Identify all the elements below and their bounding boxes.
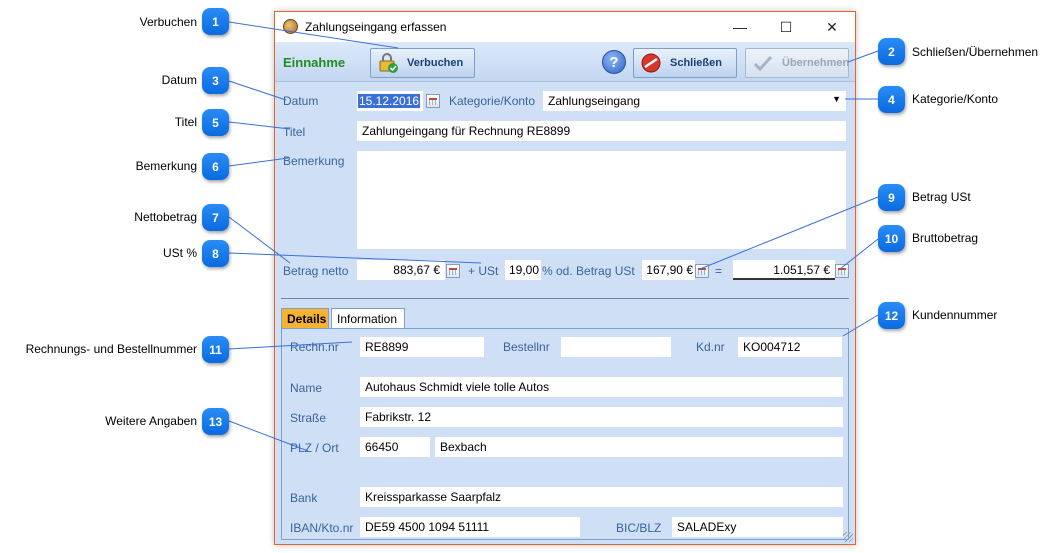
callout-badge-9: 9 (878, 184, 905, 211)
plz-ort-label: PLZ / Ort (290, 441, 339, 455)
schliessen-button[interactable]: Schließen (633, 48, 737, 78)
callout-label-rechnung-bestell: Rechnungs- und Bestellnummer (25, 342, 197, 356)
ust-betrag-field[interactable]: 167,90 € (642, 260, 695, 280)
callout-label-brutto: Bruttobetrag (912, 231, 979, 245)
brutto-field[interactable]: 1.051,57 € (733, 260, 835, 280)
ust-plus-label: + USt (468, 264, 499, 278)
chevron-down-icon: ▼ (832, 94, 841, 104)
plz-field[interactable]: 66450 (360, 437, 430, 457)
calculator-icon[interactable] (446, 264, 460, 278)
toolbar: Einnahme Verbuchen ? Schließen Übernehme… (275, 42, 855, 82)
strasse-field[interactable]: Fabrikstr. 12 (360, 407, 843, 427)
rechn-label: Rechn.nr (290, 340, 339, 354)
calculator-icon[interactable] (695, 264, 709, 278)
betrag-netto-label: Betrag netto (283, 264, 349, 278)
titel-field[interactable]: Zahlungeingang für Rechnung RE8899 (357, 121, 846, 141)
callout-label-bemerkung: Bemerkung (135, 159, 197, 173)
bank-label: Bank (290, 491, 318, 505)
iban-field[interactable]: DE59 4500 1094 51111 (360, 517, 580, 537)
callout-badge-13: 13 (202, 408, 229, 435)
callout-badge-5: 5 (202, 109, 229, 136)
maximize-button[interactable]: ☐ (763, 12, 809, 42)
bemerkung-textarea[interactable] (357, 151, 846, 249)
bemerkung-label: Bemerkung (283, 154, 345, 168)
iban-label: IBAN/Kto.nr (290, 521, 354, 535)
name-field[interactable]: Autohaus Schmidt viele tolle Autos (360, 377, 843, 397)
separator (281, 298, 849, 299)
calendar-icon[interactable] (426, 94, 440, 108)
title-bar[interactable]: Zahlungseingang erfassen — ☐ ✕ (275, 12, 855, 42)
bic-label: BIC/BLZ (616, 521, 662, 535)
kategorie-value: Zahlungseingang (548, 94, 641, 108)
callout-label-kundennummer: Kundennummer (912, 308, 998, 322)
callout-label-netto: Nettobetrag (134, 210, 197, 224)
app-icon (283, 19, 298, 34)
callout-label-datum: Datum (161, 73, 197, 87)
kategorie-select[interactable]: Zahlungseingang ▼ (543, 91, 846, 111)
strasse-label: Straße (290, 411, 327, 425)
callout-label-weitere: Weitere Angaben (105, 414, 197, 428)
callout-badge-3: 3 (202, 67, 229, 94)
ort-field[interactable]: Bexbach (435, 437, 843, 457)
uebernehmen-button[interactable]: Übernehmen (745, 48, 849, 78)
calculator-icon[interactable] (835, 264, 849, 278)
stop-icon (640, 52, 662, 74)
callout-label-ust-prozent: USt % (162, 246, 197, 260)
verbuchen-button[interactable]: Verbuchen (370, 48, 475, 78)
tab-details[interactable]: Details (281, 308, 329, 329)
lock-check-icon (377, 52, 399, 74)
callout-label-betrag-ust: Betrag USt (912, 190, 971, 204)
equals-sign: = (715, 264, 723, 278)
tab-information[interactable]: Information (331, 308, 405, 329)
datum-field[interactable]: 15.12.2016 (357, 91, 423, 111)
bestell-field[interactable] (561, 337, 671, 357)
close-window-button[interactable]: ✕ (809, 12, 855, 42)
callout-label-schliessen: Schließen/Übernehmen (912, 45, 1039, 59)
callout-label-verbuchen: Verbuchen (139, 15, 197, 29)
window-title: Zahlungseingang erfassen (305, 20, 447, 34)
callout-badge-1: 1 (202, 8, 229, 35)
callout-badge-7: 7 (202, 204, 229, 231)
kategorie-label: Kategorie/Konto (449, 94, 536, 108)
titel-label: Titel (283, 125, 306, 139)
callout-badge-2: 2 (878, 38, 905, 65)
callout-label-titel: Titel (174, 115, 197, 129)
datum-label: Datum (283, 94, 319, 108)
bank-field[interactable]: Kreissparkasse Saarpfalz (360, 487, 843, 507)
zahlungseingang-window: Zahlungseingang erfassen — ☐ ✕ Einnahme … (274, 11, 856, 545)
kd-field[interactable]: KO004712 (738, 337, 842, 357)
datum-value: 15.12.2016 (358, 94, 421, 108)
betrag-netto-field[interactable]: 883,67 € (357, 260, 445, 280)
rechn-field[interactable]: RE8899 (360, 337, 484, 357)
schliessen-label: Schließen (670, 57, 722, 69)
verbuchen-label: Verbuchen (407, 57, 464, 69)
callout-badge-10: 10 (878, 225, 905, 252)
kd-label: Kd.nr (696, 340, 725, 354)
bic-field[interactable]: SALADExy (672, 517, 843, 537)
checkmark-icon (752, 52, 774, 74)
booking-form: Datum 15.12.2016 Kategorie/Konto Zahlung… (275, 83, 855, 544)
bestell-label: Bestellnr (503, 340, 550, 354)
callout-label-kategorie: Kategorie/Konto (912, 92, 999, 106)
callout-badge-11: 11 (202, 336, 229, 363)
callout-badge-6: 6 (202, 153, 229, 180)
ust-betrag-label: % od. Betrag USt (542, 264, 635, 278)
callout-badge-8: 8 (202, 240, 229, 267)
minimize-button[interactable]: — (717, 12, 763, 42)
details-panel: Rechn.nr RE8899 Bestellnr Kd.nr KO004712… (281, 328, 849, 540)
uebernehmen-label: Übernehmen (782, 57, 850, 69)
name-label: Name (290, 381, 323, 395)
callout-badge-12: 12 (878, 302, 905, 329)
help-button[interactable]: ? (602, 50, 626, 74)
mode-label: Einnahme (283, 55, 346, 70)
callout-badge-4: 4 (878, 86, 905, 113)
ust-percent-field[interactable]: 19,00 (505, 260, 541, 280)
resize-grip[interactable] (843, 532, 853, 542)
